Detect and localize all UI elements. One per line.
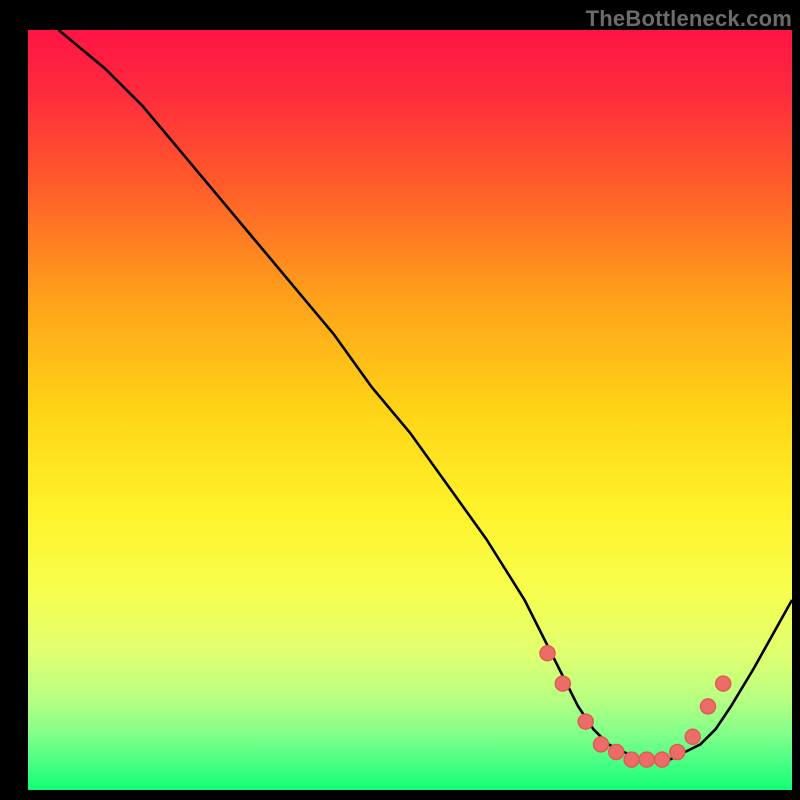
marker-dot <box>555 676 570 691</box>
marker-dot <box>701 699 716 714</box>
marker-dot <box>655 752 670 767</box>
marker-dot <box>578 714 593 729</box>
marker-dot <box>685 729 700 744</box>
marker-dot <box>594 737 609 752</box>
marker-dot <box>670 745 685 760</box>
marker-dot <box>624 752 639 767</box>
marker-dot <box>639 752 654 767</box>
marker-dot <box>716 676 731 691</box>
plot-background <box>28 30 792 790</box>
plot-svg <box>0 0 800 800</box>
marker-dot <box>540 646 555 661</box>
marker-dot <box>609 745 624 760</box>
chart-frame: TheBottleneck.com <box>0 0 800 800</box>
